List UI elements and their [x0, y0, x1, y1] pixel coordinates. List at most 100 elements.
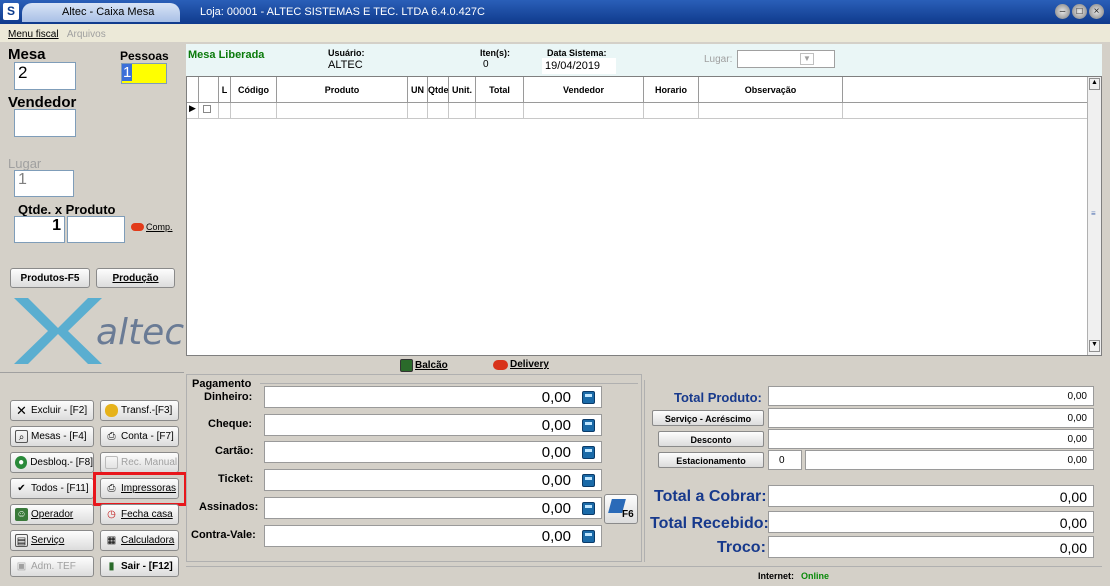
items-grid[interactable]: L Código Produto UN Qtde Unit. Total Ven…: [186, 76, 1102, 356]
total-produto-label: Total Produto:: [674, 390, 762, 405]
grid-col-un[interactable]: UN: [408, 77, 428, 102]
grid-col-qtde[interactable]: Qtde: [428, 77, 449, 102]
app-system-icon[interactable]: S: [3, 3, 19, 20]
comp-link[interactable]: Comp.: [131, 222, 173, 232]
mesa-input[interactable]: 2: [14, 62, 76, 90]
grid-col-unit[interactable]: Unit.: [449, 77, 476, 102]
f6-button[interactable]: F6: [604, 494, 638, 524]
rec-manual-button[interactable]: Rec. Manual: [100, 452, 179, 473]
operator-icon: ☺: [15, 508, 28, 521]
estacionamento-field: 0,00: [805, 450, 1094, 470]
calculator-icon[interactable]: [582, 419, 595, 432]
printer-icon: ⎙: [107, 431, 116, 442]
internet-status: Online: [801, 571, 830, 581]
adm-tef-button[interactable]: ▣ Adm. TEF: [10, 556, 94, 577]
total-cobrar-field: 0,00: [768, 485, 1094, 507]
transf-button[interactable]: Transf.-[F3]: [100, 400, 179, 421]
menu-fiscal[interactable]: Menu fiscal: [8, 29, 59, 40]
table-row[interactable]: ▶: [187, 103, 1087, 119]
grid-scrollbar[interactable]: ▲ ≡ ▼: [1087, 77, 1101, 355]
scroll-grip-icon[interactable]: ≡: [1091, 209, 1096, 218]
mesas-button[interactable]: ⌕ Mesas - [F4]: [10, 426, 94, 447]
calculator-icon[interactable]: [582, 502, 595, 515]
fecha-casa-label: Fecha casa: [121, 509, 173, 520]
servico-button[interactable]: ▤ Serviço: [10, 530, 94, 551]
lugar-select[interactable]: ▼: [737, 50, 835, 68]
transf-label: Transf.-[F3]: [121, 405, 173, 416]
grid-col-horario[interactable]: Horario: [644, 77, 699, 102]
monitor-icon: [400, 359, 413, 372]
contra-vale-label: Contra-Vale:: [191, 529, 256, 541]
scroll-up-icon[interactable]: ▲: [1089, 78, 1100, 90]
balcao-button[interactable]: Balcão: [400, 359, 448, 372]
divider: [0, 372, 184, 373]
pessoas-input[interactable]: 1: [121, 63, 167, 84]
altec-logo-text: altec: [96, 312, 185, 353]
delivery-button[interactable]: Delivery: [493, 359, 549, 370]
minimize-icon[interactable]: –: [1055, 4, 1070, 19]
service-icon: ▤: [15, 534, 28, 547]
sair-button[interactable]: ▮ Sair - [F12]: [100, 556, 179, 577]
left-panel: Mesa 2 Pessoas 1 Vendedor Lugar 1 Qtde. …: [0, 42, 187, 586]
maximize-icon[interactable]: □: [1072, 4, 1087, 19]
qtde-input[interactable]: 1: [14, 216, 65, 243]
contra-vale-field[interactable]: 0,00: [264, 525, 602, 547]
grid-col-total[interactable]: Total: [476, 77, 524, 102]
app-tab[interactable]: Altec - Caixa Mesa: [22, 3, 180, 22]
exit-door-icon: ▮: [108, 561, 115, 572]
todos-button[interactable]: ✔ Todos - [F11]: [10, 478, 94, 499]
assinados-field[interactable]: 0,00: [264, 497, 602, 519]
chevron-down-icon[interactable]: ▼: [800, 53, 814, 65]
dinheiro-field[interactable]: 0,00: [264, 386, 602, 408]
conta-button[interactable]: ⎙ Conta - [F7]: [100, 426, 179, 447]
estacionamento-qtd[interactable]: 0: [768, 450, 802, 470]
sair-label: Sair - [F12]: [121, 561, 173, 572]
scroll-down-icon[interactable]: ▼: [1089, 340, 1100, 352]
grid-header: L Código Produto UN Qtde Unit. Total Ven…: [187, 77, 1087, 103]
unlock-icon: ●: [15, 456, 28, 469]
calculator-icon[interactable]: [582, 391, 595, 404]
cheque-field[interactable]: 0,00: [264, 414, 602, 436]
grid-col-codigo[interactable]: Código: [231, 77, 277, 102]
grid-col-vendedor[interactable]: Vendedor: [524, 77, 644, 102]
grid-col-l[interactable]: L: [219, 77, 231, 102]
servico-acrescimo-button[interactable]: Serviço - Acréscimo: [652, 410, 764, 426]
estacionamento-button[interactable]: Estacionamento: [658, 452, 764, 468]
producao-button[interactable]: Produção: [96, 268, 175, 288]
usuario-value: ALTEC: [328, 59, 363, 71]
pessoas-value: 1: [122, 64, 133, 81]
mesas-label: Mesas - [F4]: [31, 431, 87, 442]
cartao-field[interactable]: 0,00: [264, 441, 602, 463]
close-icon[interactable]: ×: [1089, 4, 1104, 19]
calculator-icon[interactable]: [582, 530, 595, 543]
servico-label: Serviço: [31, 535, 65, 546]
assinados-label: Assinados:: [199, 501, 259, 513]
conta-label: Conta - [F7]: [121, 431, 174, 442]
pagamento-title: Pagamento: [192, 378, 252, 390]
total-produto-field: 0,00: [768, 386, 1094, 406]
vendedor-input[interactable]: [14, 109, 76, 137]
calculator-icon[interactable]: [582, 474, 595, 487]
menu-arquivos[interactable]: Arquivos: [67, 29, 106, 40]
desbloq-button[interactable]: ● Desbloq.- [F8]: [10, 452, 94, 473]
fecha-casa-button[interactable]: ◷ Fecha casa: [100, 504, 179, 525]
row-checkbox[interactable]: [199, 103, 219, 118]
impressoras-button[interactable]: ⎙ Impressoras: [100, 478, 179, 499]
excluir-button[interactable]: ✕ Excluir - [F2]: [10, 400, 94, 421]
produto-input[interactable]: [67, 216, 125, 243]
cheque-label: Cheque:: [208, 418, 252, 430]
transfer-icon: [105, 404, 118, 417]
grid-col-produto[interactable]: Produto: [277, 77, 408, 102]
divider: [260, 383, 638, 384]
printer-icon: ⎙: [107, 483, 116, 494]
ticket-field[interactable]: 0,00: [264, 469, 602, 491]
desconto-button[interactable]: Desconto: [658, 431, 764, 447]
impressoras-label: Impressoras: [121, 483, 177, 494]
lugar-input[interactable]: 1: [14, 170, 74, 197]
calculator-icon[interactable]: [582, 446, 595, 459]
produtos-f5-button[interactable]: Produtos-F5: [10, 268, 90, 288]
ticket-label: Ticket:: [218, 473, 254, 485]
grid-col-observacao[interactable]: Observação: [699, 77, 843, 102]
calculadora-button[interactable]: ▦ Calculadora: [100, 530, 179, 551]
operador-button[interactable]: ☺ Operador: [10, 504, 94, 525]
